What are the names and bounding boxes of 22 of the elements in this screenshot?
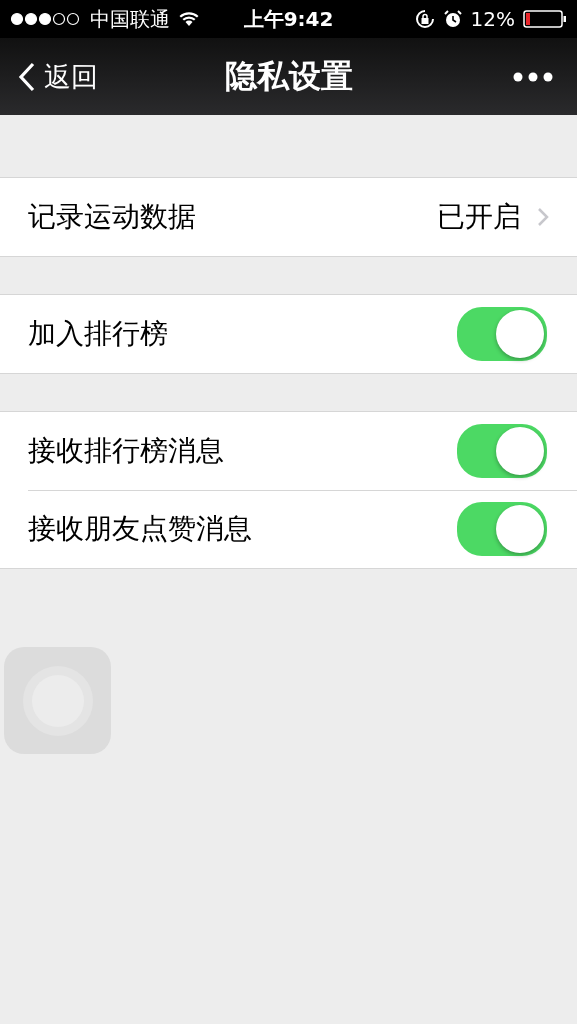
row-value: 已开启 — [437, 199, 521, 235]
battery-percent: 12% — [470, 7, 515, 31]
wifi-icon — [178, 11, 200, 27]
toggle-switch[interactable] — [457, 502, 547, 556]
page-title: 隐私设置 — [224, 55, 353, 97]
back-button[interactable]: 返回 — [18, 58, 98, 95]
row-label: 接收排行榜消息 — [28, 433, 225, 469]
toggle-switch[interactable] — [457, 424, 547, 478]
alarm-icon — [442, 9, 463, 29]
more-icon[interactable] — [513, 71, 553, 82]
row-label: 接收朋友点赞消息 — [28, 511, 253, 547]
row-label: 记录运动数据 — [28, 199, 197, 235]
chevron-icon — [537, 207, 549, 227]
carrier: 中国联通 — [90, 5, 170, 33]
settings-row[interactable]: 记录运动数据 已开启 — [0, 178, 577, 256]
battery-icon — [523, 9, 567, 29]
rotation-lock-icon — [414, 9, 435, 29]
signal-icon — [10, 12, 82, 26]
toggle-switch[interactable] — [457, 307, 547, 361]
back-chevron-icon — [18, 61, 36, 92]
row-label: 加入排行榜 — [28, 316, 169, 352]
status-time: 上午9:42 — [243, 5, 334, 33]
